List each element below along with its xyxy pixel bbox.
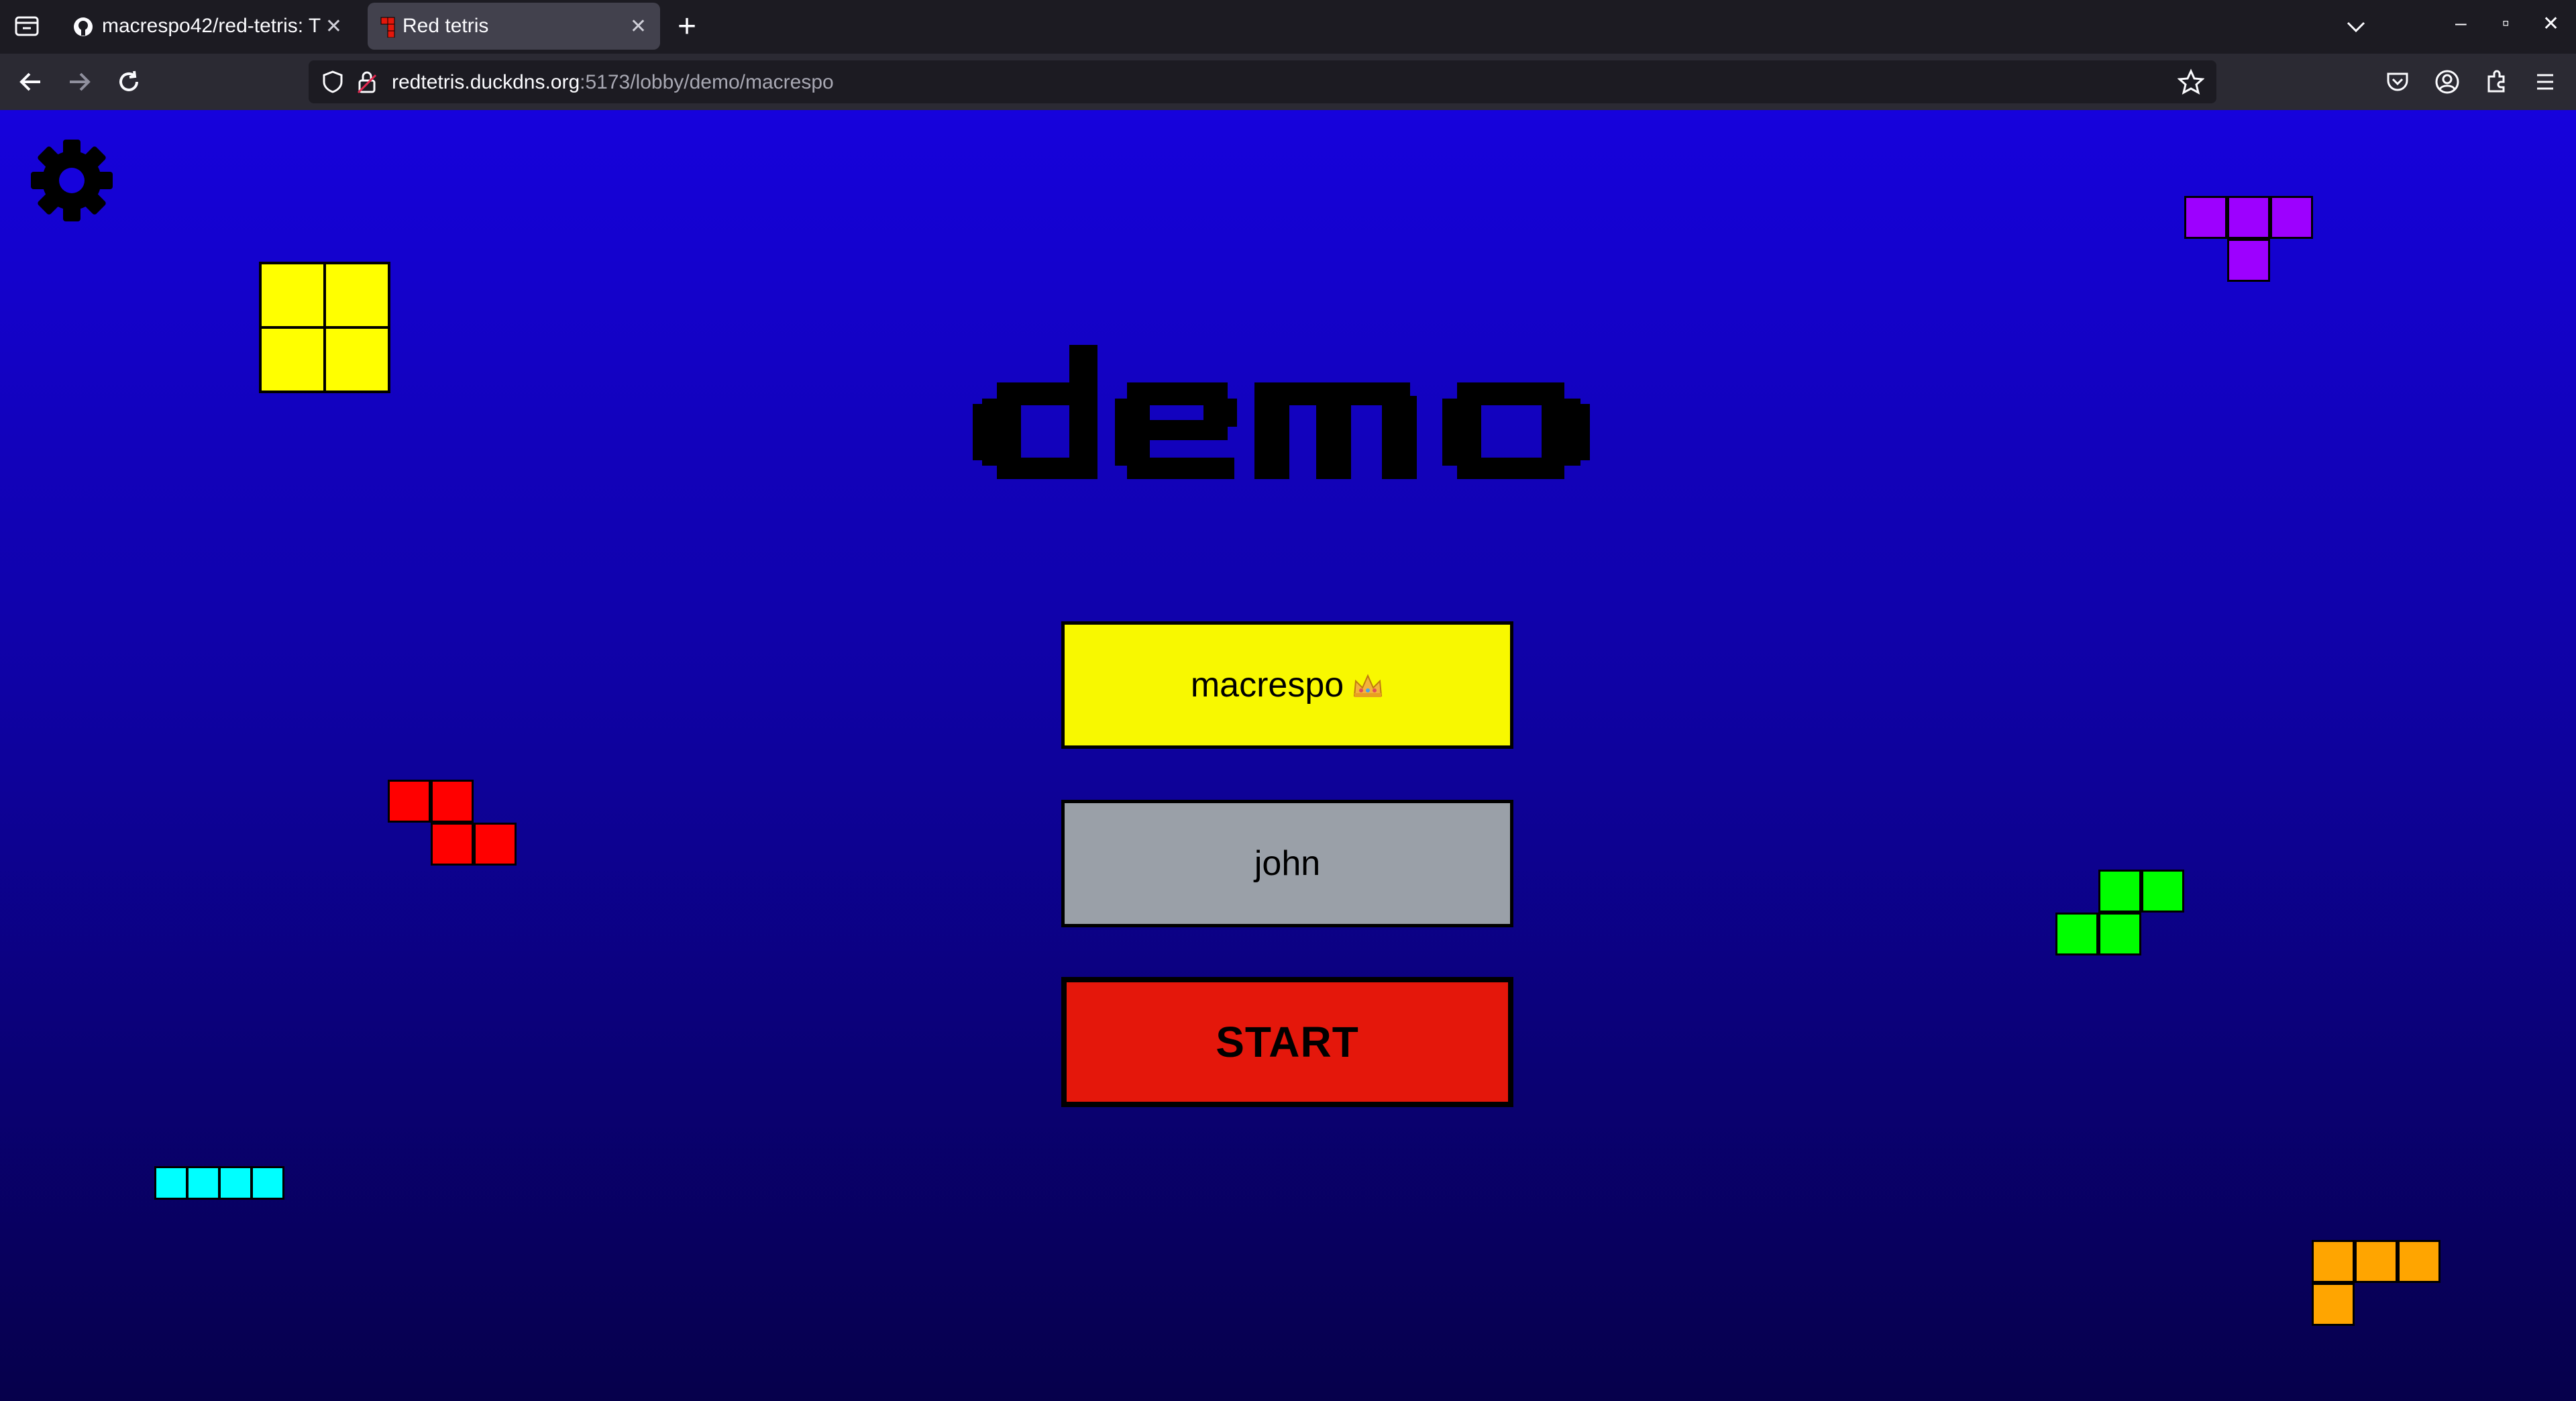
browser-tab-bar: macrespo42/red-tetris: T ✕ Red tetris ✕ … — [0, 0, 2576, 54]
tab-label: Red tetris — [402, 15, 489, 37]
start-button[interactable]: START — [1061, 977, 1513, 1107]
github-icon — [74, 17, 93, 36]
red-tetris-favicon-icon — [380, 17, 395, 38]
tab-red-tetris[interactable]: Red tetris ✕ — [368, 3, 660, 50]
url-host: redtetris.duckdns.org — [392, 71, 580, 93]
menu-icon[interactable] — [2530, 67, 2560, 97]
gear-icon[interactable] — [28, 137, 115, 224]
account-icon[interactable] — [2432, 67, 2462, 97]
shield-icon[interactable] — [321, 70, 345, 94]
player-name: john — [1254, 844, 1321, 883]
close-window-icon[interactable]: ✕ — [2542, 12, 2559, 36]
tab-github[interactable]: macrespo42/red-tetris: T ✕ — [60, 3, 356, 50]
l-piece-decoration — [2312, 1240, 2446, 1327]
s-piece-decoration — [2055, 870, 2190, 957]
lobby-page: demo — [0, 110, 2576, 1401]
tab-list-icon[interactable] — [12, 13, 42, 39]
player-card-guest: john — [1061, 800, 1513, 927]
pocket-icon[interactable] — [2383, 67, 2412, 97]
bookmark-star-icon[interactable] — [2178, 68, 2204, 95]
room-title-pixel-text — [973, 345, 1590, 479]
tab-label: macrespo42/red-tetris: T — [102, 15, 321, 37]
reload-icon[interactable] — [114, 67, 144, 97]
url-text: redtetris.duckdns.org:5173/lobby/demo/ma… — [392, 71, 834, 94]
minimize-icon[interactable]: – — [2455, 12, 2467, 35]
crown-icon — [1354, 674, 1383, 697]
player-name: macrespo — [1190, 666, 1344, 705]
z-piece-decoration — [388, 780, 522, 867]
close-tab-icon[interactable]: ✕ — [325, 15, 342, 38]
forward-arrow-icon[interactable] — [64, 67, 94, 97]
o-piece-decoration — [259, 262, 393, 396]
lock-icon[interactable] — [356, 70, 378, 94]
new-tab-button[interactable]: + — [678, 7, 696, 47]
browser-nav-bar: redtetris.duckdns.org:5173/lobby/demo/ma… — [0, 54, 2576, 110]
back-arrow-icon[interactable] — [16, 67, 46, 97]
maximize-icon[interactable]: ▫ — [2502, 12, 2510, 35]
player-card-host: macrespo — [1061, 621, 1513, 749]
room-title: demo — [973, 345, 1603, 499]
url-bar[interactable]: redtetris.duckdns.org:5173/lobby/demo/ma… — [309, 60, 2216, 103]
t-piece-decoration — [2184, 196, 2318, 283]
extensions-icon[interactable] — [2482, 67, 2512, 97]
chevron-down-icon[interactable] — [2343, 13, 2369, 40]
close-tab-icon[interactable]: ✕ — [630, 15, 647, 38]
url-path: :5173/lobby/demo/macrespo — [580, 71, 834, 93]
i-piece-decoration — [154, 1166, 288, 1200]
